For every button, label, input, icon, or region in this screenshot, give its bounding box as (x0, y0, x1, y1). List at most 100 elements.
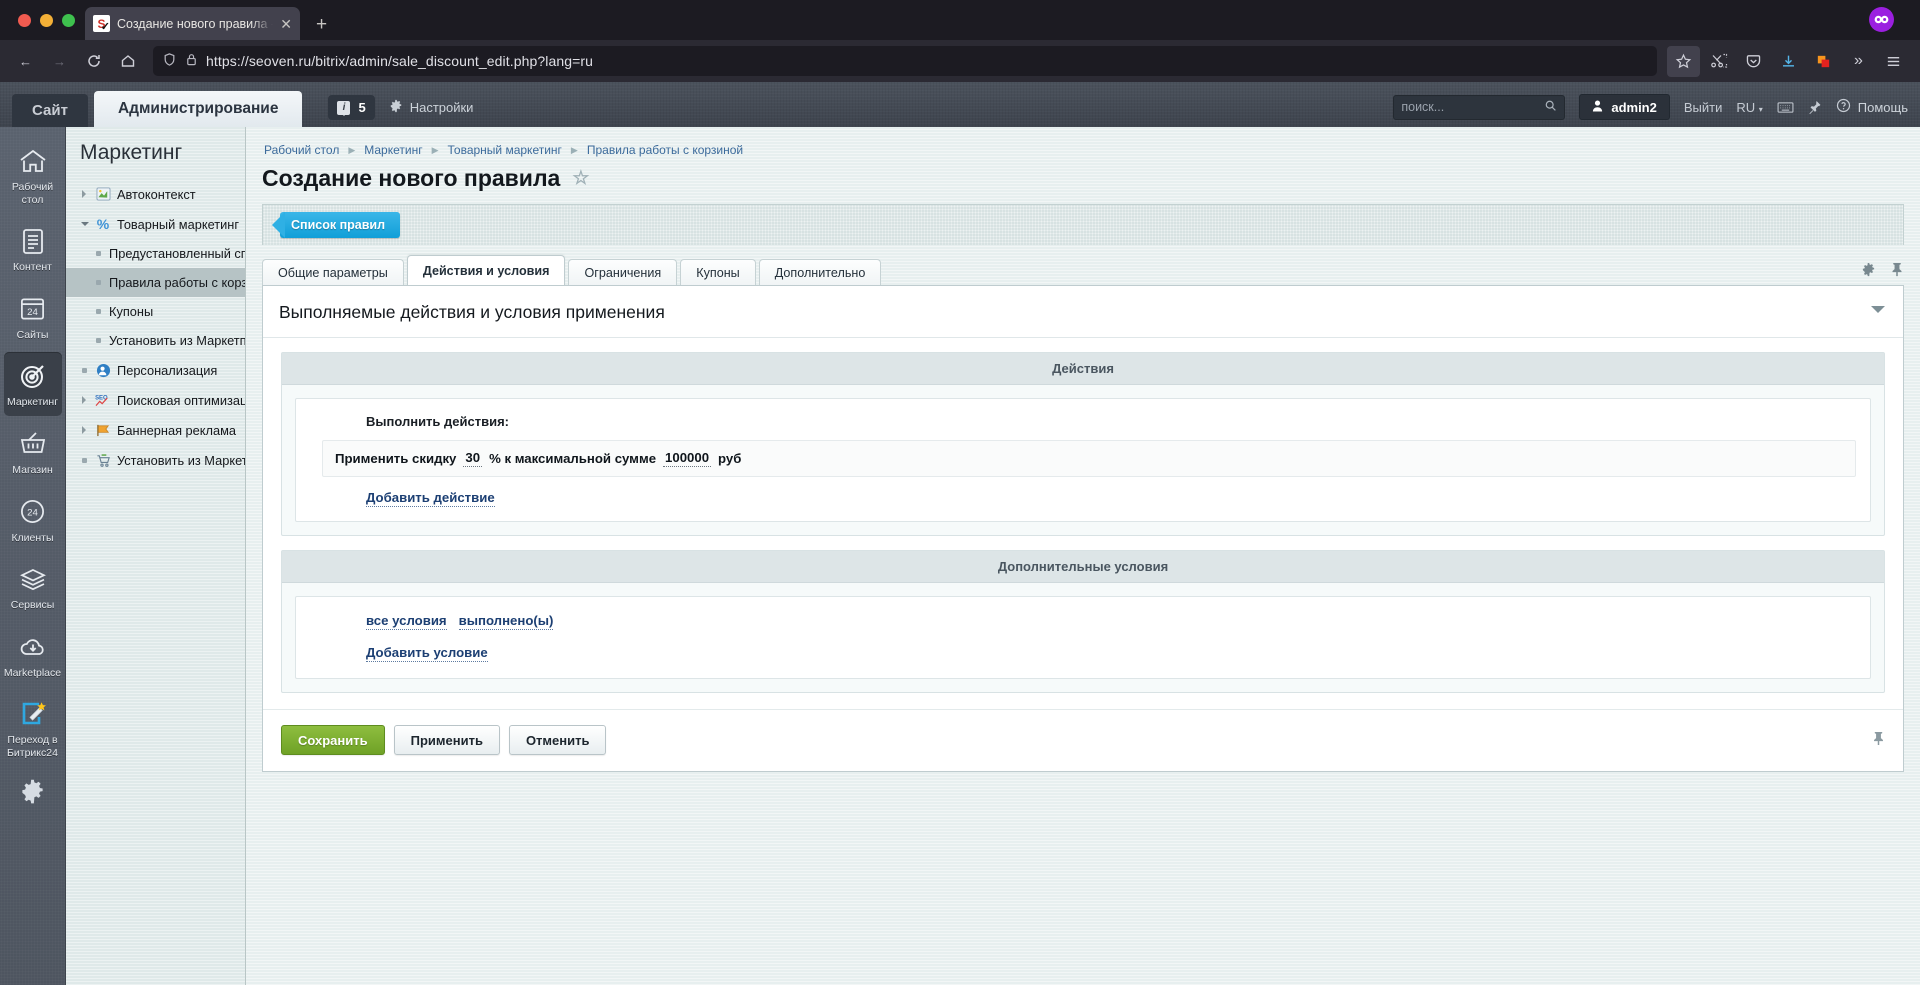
header-middle: i 5 Настройки (328, 95, 473, 120)
apply-button[interactable]: Применить (394, 725, 500, 755)
shield-icon[interactable] (162, 52, 177, 70)
screenshot-scissors-icon[interactable] (1702, 46, 1735, 77)
pin-icon[interactable] (1890, 262, 1904, 280)
back-icon[interactable]: ← (10, 46, 41, 77)
max-amount-value[interactable]: 100000 (663, 450, 711, 467)
address-bar[interactable]: https://seoven.ru/bitrix/admin/sale_disc… (153, 46, 1657, 76)
minimize-window-button[interactable] (40, 14, 53, 27)
hamburger-menu-icon[interactable] (1877, 46, 1910, 77)
rail-item-shop[interactable]: Магазин (4, 420, 62, 484)
chevron-down-icon[interactable] (1871, 306, 1885, 320)
cancel-button[interactable]: Отменить (509, 725, 607, 755)
breadcrumb-item[interactable]: Правила работы с корзиной (587, 143, 743, 157)
tree-item-banner-ads[interactable]: Баннерная реклама (66, 415, 245, 445)
maximize-window-button[interactable] (62, 14, 75, 27)
overflow-icon[interactable]: » (1842, 46, 1875, 77)
search-input[interactable]: поиск... (1393, 95, 1565, 120)
tree-item-autocontext[interactable]: Автоконтекст (66, 179, 245, 209)
toolbar-right-icons: » (1667, 46, 1910, 77)
tree-item-label: Автоконтекст (117, 187, 196, 202)
rail-label: Сайты (17, 329, 49, 342)
chevron-right-icon[interactable] (80, 426, 89, 434)
tree-item-install-marketplace-2[interactable]: Установить из Маркетплей (66, 445, 245, 475)
action-row[interactable]: Применить скидку 30 % к максимальной сум… (322, 440, 1856, 477)
extension-icon[interactable] (1807, 46, 1840, 77)
rail-label: Контент (13, 261, 52, 274)
discount-percent-value[interactable]: 30 (463, 450, 482, 467)
keyboard-icon[interactable] (1777, 101, 1794, 114)
header-tab-admin[interactable]: Администрирование (94, 91, 303, 127)
tree-item-coupons[interactable]: Купоны (66, 297, 245, 326)
rail-label: Маркетинг (7, 396, 58, 409)
rail-label: Переход в Битрикс24 (4, 734, 62, 759)
help-link[interactable]: Помощь (1836, 98, 1908, 116)
bookmark-star-icon[interactable] (1667, 46, 1700, 77)
breadcrumb: Рабочий стол ▶ Маркетинг ▶ Товарный марк… (262, 141, 1904, 165)
lock-icon[interactable] (185, 52, 198, 70)
rail-item-desktop[interactable]: Рабочий стол (4, 137, 62, 213)
document-icon (18, 226, 48, 256)
bullet-icon (94, 309, 103, 314)
tree-item-label: Товарный маркетинг (117, 217, 239, 232)
rail-item-services[interactable]: Сервисы (4, 555, 62, 619)
pin-icon[interactable] (1808, 100, 1822, 115)
rail-item-bitrix24[interactable]: Переход в Битрикс24 (4, 690, 62, 766)
logout-link[interactable]: Выйти (1684, 100, 1723, 115)
condition-all-link[interactable]: все условия (366, 613, 447, 630)
rules-list-button[interactable]: Список правил (280, 212, 400, 238)
window-controls[interactable] (14, 0, 85, 40)
settings-link[interactable]: Настройки (389, 99, 474, 116)
actions-group-header: Действия (282, 353, 1884, 385)
rail-item-content[interactable]: Контент (4, 217, 62, 281)
cloud-download-icon (18, 632, 48, 662)
tab-coupons[interactable]: Купоны (680, 259, 755, 286)
pocket-icon[interactable] (1737, 46, 1770, 77)
form-tabs: Общие параметры Действия и условия Огран… (262, 245, 1904, 286)
tree-title: Маркетинг (66, 141, 245, 179)
tab-additional[interactable]: Дополнительно (759, 259, 882, 286)
tree-item-preset-list[interactable]: Предустановленный списо (66, 239, 245, 268)
download-icon[interactable] (1772, 46, 1805, 77)
tree-item-install-marketplace-1[interactable]: Установить из Маркетплей (66, 326, 245, 355)
browser-tab[interactable]: S ✓ Создание нового правила - Се ✕ (85, 7, 300, 40)
tab-general-params[interactable]: Общие параметры (262, 259, 404, 286)
breadcrumb-item[interactable]: Товарный маркетинг (448, 143, 562, 157)
forward-icon[interactable]: → (44, 46, 75, 77)
gear-icon[interactable] (18, 777, 48, 807)
close-window-button[interactable] (18, 14, 31, 27)
close-icon[interactable]: ✕ (280, 17, 292, 31)
tab-actions-conditions[interactable]: Действия и условия (407, 255, 566, 286)
chevron-right-icon[interactable] (80, 396, 89, 404)
language-switcher[interactable]: RU ▾ (1736, 100, 1762, 115)
tree-item-cart-rules[interactable]: Правила работы с корзино (66, 268, 245, 297)
condition-fulfilled-link[interactable]: выполнено(ы) (459, 613, 554, 630)
rail-item-marketplace[interactable]: Marketplace (4, 623, 62, 687)
rail-item-sites[interactable]: 24 Сайты (4, 285, 62, 349)
breadcrumb-item[interactable]: Маркетинг (364, 143, 422, 157)
admin-header: Сайт Администрирование i 5 Настройки (0, 82, 1920, 127)
reload-icon[interactable] (78, 46, 109, 77)
rail-item-clients[interactable]: 24 Клиенты (4, 488, 62, 552)
user-menu-button[interactable]: admin2 (1579, 94, 1670, 120)
notification-counter[interactable]: i 5 (328, 95, 374, 120)
tree-item-seo[interactable]: SEO Поисковая оптимизация (66, 385, 245, 415)
add-action-link[interactable]: Добавить действие (366, 490, 495, 507)
breadcrumb-item[interactable]: Рабочий стол (264, 143, 339, 157)
home-icon[interactable] (112, 46, 143, 77)
pin-icon[interactable] (1872, 731, 1885, 749)
add-condition-link[interactable]: Добавить условие (366, 645, 488, 662)
rail-item-marketing[interactable]: Маркетинг (4, 352, 62, 416)
star-outline-icon[interactable]: ☆ (572, 167, 589, 190)
search-icon[interactable] (1544, 99, 1557, 115)
header-tab-site[interactable]: Сайт (12, 94, 88, 127)
tree-item-personalization[interactable]: Персонализация (66, 355, 245, 385)
chevron-right-icon[interactable] (80, 190, 89, 198)
page-title: Создание нового правила ☆ (262, 165, 1904, 204)
chevron-down-icon[interactable] (80, 219, 89, 230)
save-button[interactable]: Сохранить (281, 725, 385, 755)
container-mask-icon[interactable] (1869, 7, 1894, 32)
tab-restrictions[interactable]: Ограничения (568, 259, 677, 286)
new-tab-button[interactable]: + (316, 15, 327, 34)
gear-icon[interactable] (1861, 262, 1876, 280)
tree-item-product-marketing[interactable]: % Товарный маркетинг (66, 209, 245, 239)
